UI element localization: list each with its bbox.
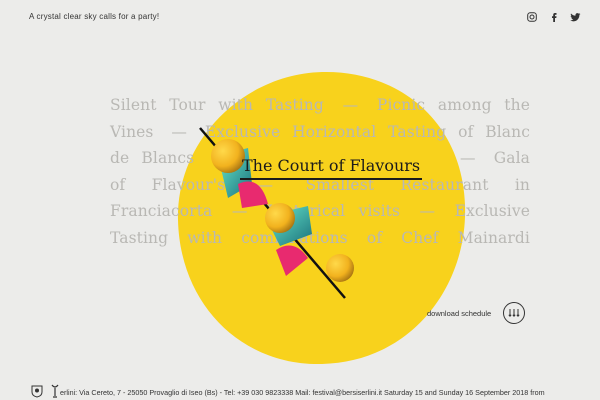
event-separator: — (342, 96, 359, 114)
event-line: Silent Tour with Tasting — Picnic among … (110, 92, 530, 119)
event-separator: — (460, 149, 476, 167)
skewer-illustration (199, 127, 354, 299)
crest-logo-icon (31, 385, 43, 398)
download-schedule-button[interactable] (503, 302, 525, 324)
footer-contact-text: erlini: Via Cereto, 7 - 25050 Provaglio … (60, 388, 545, 397)
event-separator: — (419, 202, 436, 220)
twitter-icon[interactable] (570, 11, 581, 22)
instagram-icon[interactable] (526, 11, 537, 22)
social-links (526, 11, 581, 22)
event-item[interactable]: de Blancs (110, 149, 194, 167)
tagline: A crystal clear sky calls for a party! (29, 12, 160, 21)
event-item[interactable]: Exclusive (455, 202, 530, 220)
facebook-icon[interactable] (548, 11, 559, 22)
event-item[interactable]: Gala (494, 149, 530, 167)
highlighted-event-link[interactable]: The Court of Flavours (240, 155, 423, 180)
event-item[interactable]: Silent Tour with Tasting (110, 96, 324, 114)
download-schedule-label[interactable]: download schedule (427, 309, 491, 318)
three-arrows-down-icon (508, 309, 520, 317)
event-separator: — (171, 122, 187, 141)
event-item[interactable]: Vines (110, 123, 154, 141)
glass-logo-icon (51, 384, 59, 398)
footer: erlini: Via Cereto, 7 - 25050 Provaglio … (0, 384, 600, 400)
event-item[interactable]: Picnic among the (377, 96, 530, 114)
